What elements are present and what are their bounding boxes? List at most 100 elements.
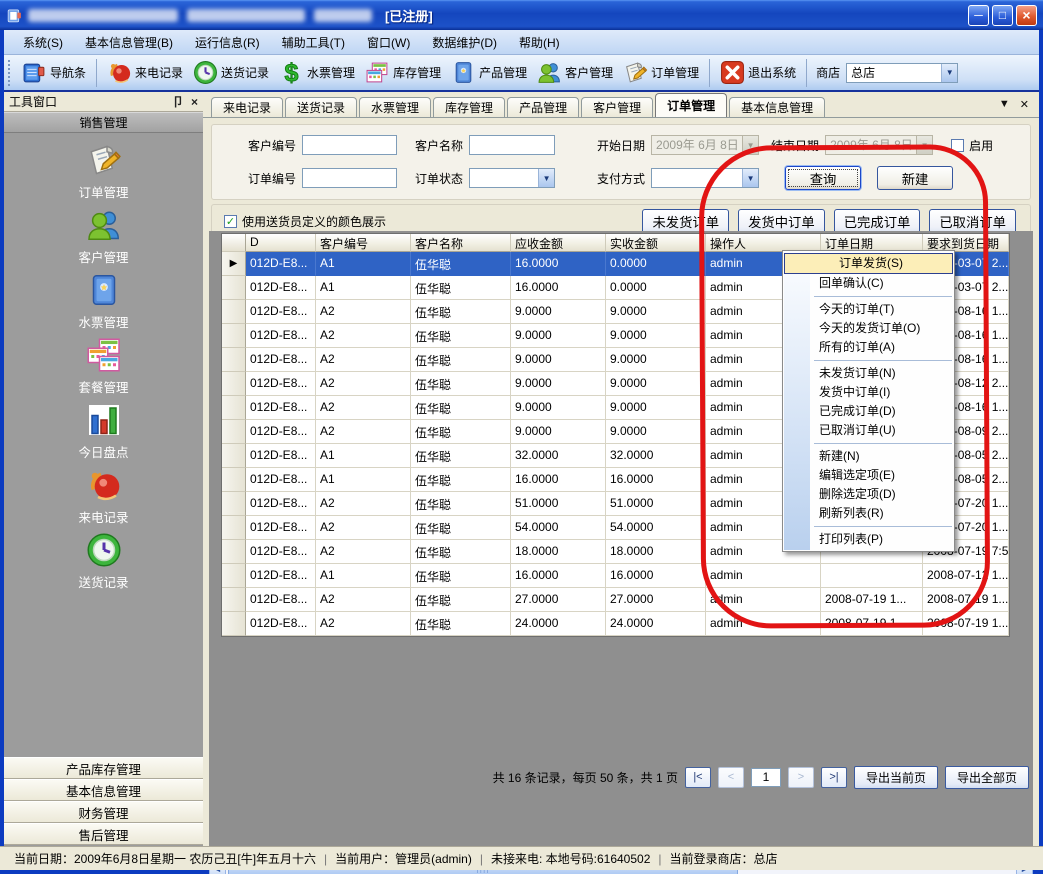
enable-checkbox[interactable] (951, 139, 964, 152)
menu-item-5[interactable]: 数据维护(D) (421, 31, 508, 54)
toolbar-button-customers[interactable]: 客户管理 (532, 58, 618, 87)
row-selector-cell[interactable] (222, 540, 246, 564)
row-selector-cell[interactable] (222, 612, 246, 636)
sidebar-item-product-book[interactable]: 水票管理 (4, 272, 203, 337)
menu-item-2[interactable]: 运行信息(R) (184, 31, 271, 54)
context-menu-item-10[interactable]: 已取消订单(U) (783, 421, 954, 440)
tab-6[interactable]: 订单管理 (655, 93, 727, 117)
row-selector-cell[interactable] (222, 300, 246, 324)
chevron-down-icon[interactable]: ▼ (941, 64, 957, 82)
prev-page-button[interactable]: < (718, 767, 744, 788)
toolbar-grip[interactable] (8, 60, 13, 86)
status-filter-button-2[interactable]: 已完成订单 (834, 209, 921, 234)
row-selector-cell[interactable] (222, 276, 246, 300)
toolbar-button-exit[interactable]: 退出系统 (715, 58, 801, 87)
table-row[interactable]: 012D-E8...A2伍华聪27.000027.0000admin2008-0… (222, 588, 1009, 612)
page-number-input[interactable]: 1 (751, 768, 781, 787)
next-page-button[interactable]: > (788, 767, 814, 788)
toolbar-button-order-pen[interactable]: 订单管理 (618, 58, 704, 87)
column-header-0[interactable] (222, 234, 246, 252)
close-icon[interactable]: ✕ (1020, 98, 1029, 111)
menu-item-0[interactable]: 系统(S) (12, 31, 74, 54)
query-button[interactable]: 查询 (785, 166, 861, 190)
row-selector-cell[interactable] (222, 468, 246, 492)
color-checkbox[interactable]: ✓ (224, 215, 237, 228)
row-selector-cell[interactable] (222, 564, 246, 588)
toolbar-button-clock[interactable]: 送货记录 (188, 58, 274, 87)
status-filter-button-0[interactable]: 未发货订单 (642, 209, 729, 234)
context-menu-item-4[interactable]: 今天的发货订单(O) (783, 319, 954, 338)
menu-item-1[interactable]: 基本信息管理(B) (74, 31, 184, 54)
close-icon[interactable]: × (191, 96, 198, 108)
row-selector-cell[interactable]: ▶ (222, 252, 246, 276)
minimize-button[interactable]: ─ (968, 5, 989, 26)
start-date-picker[interactable]: 2009年 6月 8日 ▼ (651, 135, 759, 155)
customer-name-input[interactable] (469, 135, 555, 155)
row-selector-cell[interactable] (222, 588, 246, 612)
column-header-1[interactable]: D (246, 234, 316, 252)
row-selector-cell[interactable] (222, 492, 246, 516)
column-header-2[interactable]: 客户编号 (316, 234, 411, 252)
column-header-3[interactable]: 客户名称 (411, 234, 511, 252)
order-status-select[interactable]: ▼ (469, 168, 555, 188)
context-menu-item-15[interactable]: 刷新列表(R) (783, 504, 954, 523)
row-selector-cell[interactable] (222, 372, 246, 396)
column-header-5[interactable]: 实收金额 (606, 234, 706, 252)
row-selector-cell[interactable] (222, 396, 246, 420)
pay-method-select[interactable]: ▼ (651, 168, 759, 188)
row-selector-cell[interactable] (222, 444, 246, 468)
shop-combobox[interactable]: 总店 ▼ (846, 63, 958, 83)
context-menu-item-1[interactable]: 回单确认(C) (783, 274, 954, 293)
row-selector-cell[interactable] (222, 324, 246, 348)
sidebar-item-order-pen[interactable]: 订单管理 (4, 142, 203, 207)
toolbar-button-navigator[interactable]: 导航条 (17, 58, 91, 87)
tab-4[interactable]: 产品管理 (507, 97, 579, 117)
menu-item-3[interactable]: 辅助工具(T) (271, 31, 356, 54)
tab-2[interactable]: 水票管理 (359, 97, 431, 117)
chevron-down-icon[interactable]: ▼ (742, 169, 758, 187)
last-page-button[interactable]: >| (821, 767, 847, 788)
chevron-down-icon[interactable]: ▼ (538, 169, 554, 187)
toolbar-button-inventory-grid[interactable]: 库存管理 (360, 58, 446, 87)
status-filter-button-1[interactable]: 发货中订单 (738, 209, 825, 234)
sidebar-item-bell[interactable]: 来电记录 (4, 467, 203, 532)
sidebar-item-bar-chart[interactable]: 今日盘点 (4, 402, 203, 467)
context-menu-item-8[interactable]: 发货中订单(I) (783, 383, 954, 402)
sidebar-section-button-3[interactable]: 售后管理 (4, 823, 203, 845)
end-date-picker[interactable]: 2009年 6月 8日 ▼ (825, 135, 933, 155)
menu-item-6[interactable]: 帮助(H) (508, 31, 571, 54)
sidebar-section-button-2[interactable]: 财务管理 (4, 801, 203, 823)
sidebar-section-button-0[interactable]: 产品库存管理 (4, 757, 203, 779)
customer-no-input[interactable] (302, 135, 397, 155)
tab-5[interactable]: 客户管理 (581, 97, 653, 117)
order-no-input[interactable] (302, 168, 397, 188)
export-current-page-button[interactable]: 导出当前页 (854, 766, 938, 789)
first-page-button[interactable]: |< (685, 767, 711, 788)
column-header-4[interactable]: 应收金额 (511, 234, 606, 252)
table-row[interactable]: 012D-E8...A1伍华聪16.000016.0000admin2008-0… (222, 564, 1009, 588)
context-menu-item-17[interactable]: 打印列表(P) (783, 530, 954, 549)
chevron-down-icon[interactable]: ▼ (999, 98, 1010, 111)
context-menu-item-5[interactable]: 所有的订单(A) (783, 338, 954, 357)
sidebar-item-clock[interactable]: 送货记录 (4, 532, 203, 597)
new-button[interactable]: 新建 (877, 166, 953, 190)
pin-icon[interactable]: 卩 (172, 96, 184, 108)
toolbar-button-product-book[interactable]: 产品管理 (446, 58, 532, 87)
sidebar-item-customers[interactable]: 客户管理 (4, 207, 203, 272)
row-selector-cell[interactable] (222, 420, 246, 444)
context-menu-item-0[interactable]: 订单发货(S) (784, 253, 953, 274)
row-selector-cell[interactable] (222, 516, 246, 540)
maximize-button[interactable]: □ (992, 5, 1013, 26)
context-menu-item-9[interactable]: 已完成订单(D) (783, 402, 954, 421)
context-menu-item-12[interactable]: 新建(N) (783, 447, 954, 466)
export-all-pages-button[interactable]: 导出全部页 (945, 766, 1029, 789)
toolbar-button-bell[interactable]: 来电记录 (102, 58, 188, 87)
menu-item-4[interactable]: 窗口(W) (356, 31, 421, 54)
tab-3[interactable]: 库存管理 (433, 97, 505, 117)
sidebar-item-bundle-grid[interactable]: 套餐管理 (4, 337, 203, 402)
tab-7[interactable]: 基本信息管理 (729, 97, 825, 117)
context-menu-item-14[interactable]: 删除选定项(D) (783, 485, 954, 504)
status-filter-button-3[interactable]: 已取消订单 (929, 209, 1016, 234)
row-selector-cell[interactable] (222, 348, 246, 372)
sidebar-section-header[interactable]: 销售管理 (4, 112, 203, 133)
